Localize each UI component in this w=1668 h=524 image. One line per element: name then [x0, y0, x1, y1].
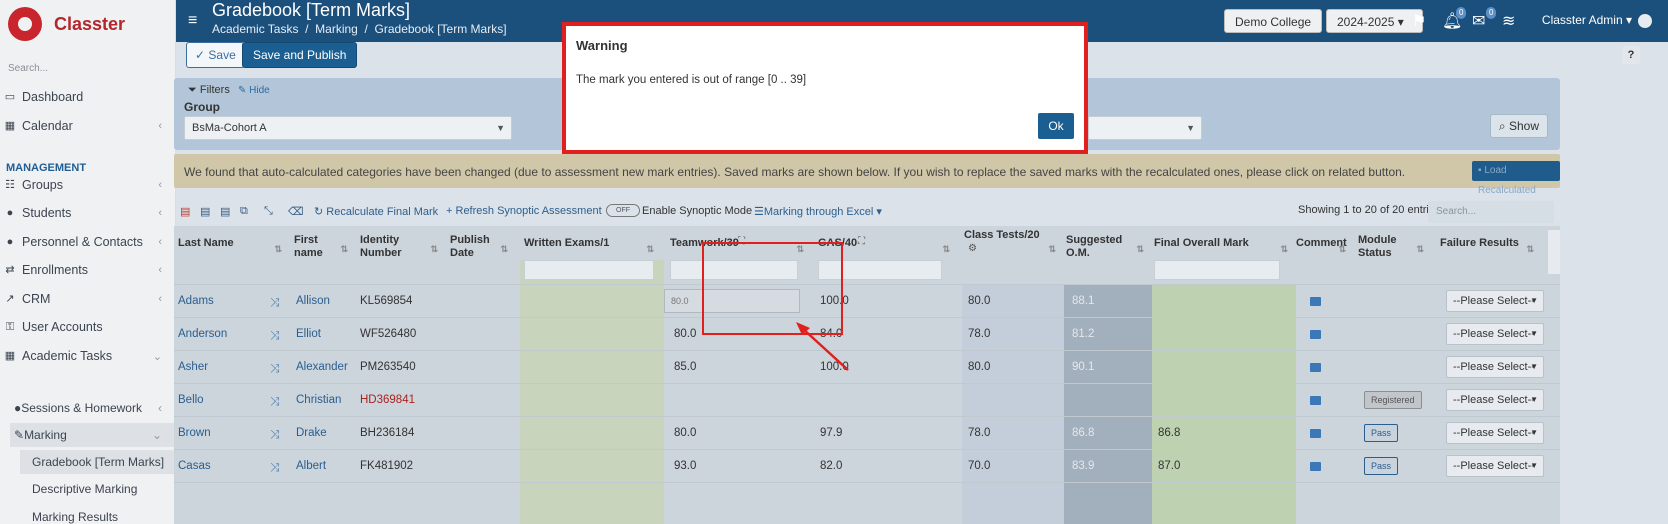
- dialog-title: Warning: [576, 38, 628, 53]
- warning-dialog: Warning The mark you entered is out of r…: [564, 24, 1086, 152]
- ok-button[interactable]: Ok: [1038, 113, 1074, 139]
- app-root: Classter Search... ▭ Dashboard ▦ Calendar ‹…: [0, 0, 1668, 524]
- dialog-message: The mark you entered is out of range [0 …: [576, 74, 807, 86]
